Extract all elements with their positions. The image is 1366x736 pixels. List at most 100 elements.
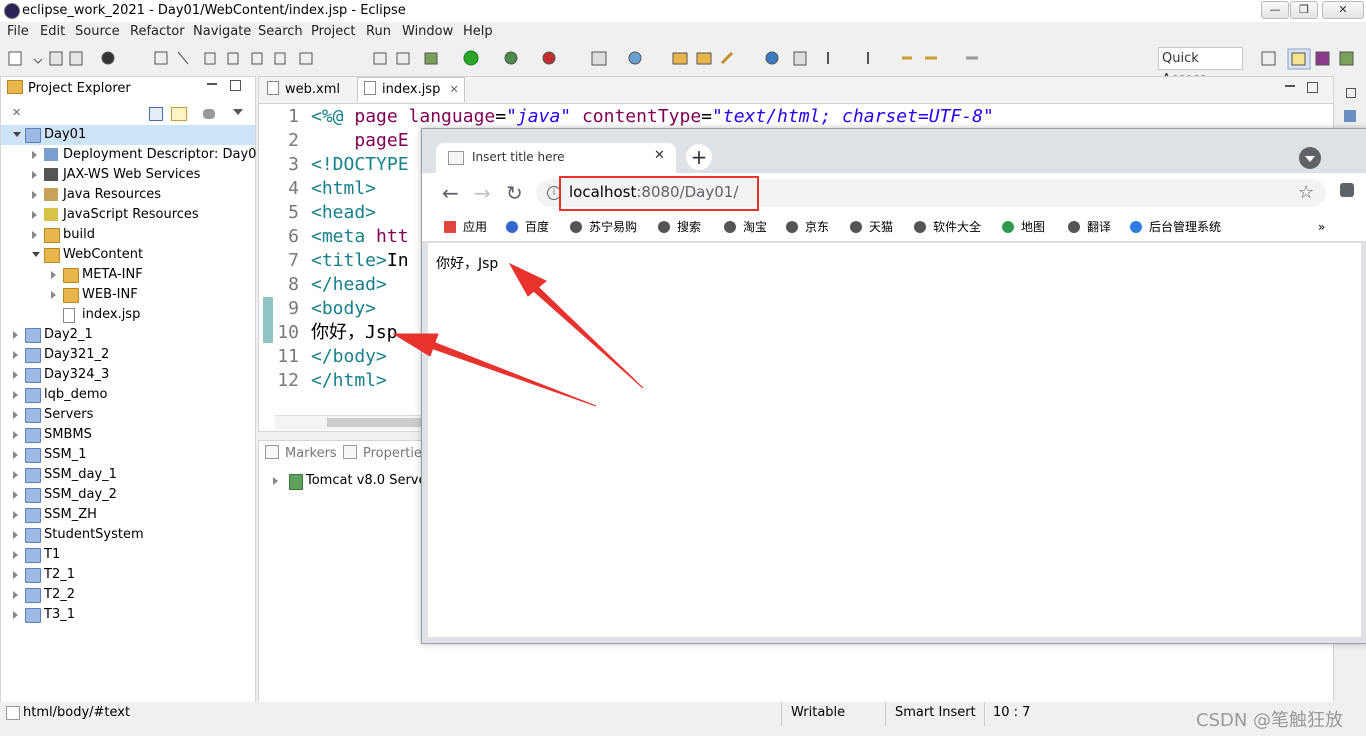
restore-icon[interactable] [1346, 88, 1356, 98]
code-line[interactable]: 2 pageE [259, 129, 408, 153]
menu-file[interactable]: File [7, 24, 29, 39]
menu-help[interactable]: Help [463, 24, 493, 39]
tree-item[interactable]: Java Resources [1, 185, 255, 205]
tree-item[interactable]: T3_1 [1, 605, 255, 625]
tree-item[interactable]: Servers [1, 405, 255, 425]
bookmark-item[interactable]: 应用 [444, 217, 487, 237]
outline-icon[interactable] [1344, 110, 1356, 122]
close-tab-icon[interactable]: ✕ [654, 148, 665, 163]
bookmark-star-icon[interactable]: ☆ [1298, 182, 1314, 203]
expand-icon[interactable] [273, 477, 278, 485]
expand-icon[interactable] [13, 371, 18, 379]
menu-navigate[interactable]: Navigate [193, 24, 251, 39]
close-icon[interactable]: ✕ [449, 83, 458, 96]
tree-item[interactable]: Deployment Descriptor: Day01 [1, 145, 265, 165]
maximize-view-icon[interactable] [230, 80, 241, 91]
close-button[interactable]: ✕ [1322, 1, 1364, 19]
tree-item[interactable]: T1 [1, 545, 255, 565]
code-line[interactable]: 3 <!DOCTYPE [259, 153, 408, 177]
code-line[interactable]: 7 <title>In [259, 249, 408, 273]
tree-item[interactable]: StudentSystem [1, 525, 255, 545]
expand-icon[interactable] [13, 471, 18, 479]
tab-index-jsp[interactable]: index.jsp ✕ [357, 77, 465, 102]
expand-icon[interactable] [13, 551, 18, 559]
minimize-view-icon[interactable] [207, 83, 217, 85]
bookmark-item[interactable]: 翻译 [1068, 217, 1111, 237]
collapse-icon[interactable] [32, 252, 40, 257]
project-explorer-tab[interactable]: Project Explorer ✕ [7, 77, 147, 119]
bookmark-item[interactable]: 地图 [1002, 217, 1045, 237]
tree-item[interactable]: JAX-WS Web Services [1, 165, 255, 185]
menu-edit[interactable]: Edit [40, 24, 65, 39]
expand-icon[interactable] [32, 171, 37, 179]
expand-icon[interactable] [32, 231, 37, 239]
tree-item[interactable]: Day01 [1, 125, 255, 145]
tree-item[interactable]: index.jsp [1, 305, 255, 325]
minimize-button[interactable]: — [1261, 1, 1289, 19]
bookmark-item[interactable]: 百度 [506, 217, 549, 237]
maximize-editor-icon[interactable] [1307, 82, 1318, 93]
tab-web-xml[interactable]: web.xml [267, 78, 355, 102]
tree-item[interactable]: WEB-INF [1, 285, 255, 305]
menu-search[interactable]: Search [258, 24, 303, 39]
expand-icon[interactable] [32, 151, 37, 159]
bookmark-item[interactable]: 淘宝 [724, 217, 767, 237]
tree-item[interactable]: META-INF [1, 265, 255, 285]
code-line[interactable]: 9 <body> [259, 297, 376, 321]
tree-item[interactable]: SMBMS [1, 425, 255, 445]
code-line[interactable]: 5 <head> [259, 201, 376, 225]
tree-item[interactable]: build [1, 225, 255, 245]
bookmark-item[interactable]: 京东 [786, 217, 829, 237]
extensions-icon[interactable] [1340, 183, 1354, 197]
bookmark-item[interactable]: 苏宁易购 [570, 217, 637, 237]
code-line[interactable]: 6 <meta htt [259, 225, 408, 249]
tree-item[interactable]: lqb_demo [1, 385, 255, 405]
expand-icon[interactable] [51, 271, 56, 279]
tree-item[interactable]: Day321_2 [1, 345, 255, 365]
filter-icon[interactable] [203, 109, 215, 119]
browser-tab[interactable]: Insert title here ✕ [436, 143, 676, 173]
forward-icon[interactable]: → [474, 181, 491, 205]
view-menu-icon[interactable] [233, 109, 243, 115]
expand-icon[interactable] [13, 331, 18, 339]
tree-item[interactable]: SSM_ZH [1, 505, 255, 525]
expand-icon[interactable] [13, 431, 18, 439]
menu-refactor[interactable]: Refactor [130, 24, 185, 39]
code-line[interactable]: 4 <html> [259, 177, 376, 201]
tab-properties[interactable]: Properties [343, 442, 429, 466]
tree-item[interactable]: T2_1 [1, 565, 255, 585]
expand-icon[interactable] [13, 391, 18, 399]
bookmark-item[interactable]: 后台管理系统 [1130, 217, 1221, 237]
reload-icon[interactable]: ↻ [506, 181, 523, 205]
new-tab-icon[interactable]: + [686, 144, 712, 170]
tab-search-icon[interactable] [1299, 147, 1321, 169]
expand-icon[interactable] [13, 491, 18, 499]
collapse-icon[interactable] [13, 132, 21, 137]
expand-icon[interactable] [13, 611, 18, 619]
tree-item[interactable]: JavaScript Resources [1, 205, 255, 225]
close-icon[interactable]: ✕ [12, 106, 21, 119]
expand-icon[interactable] [32, 211, 37, 219]
link-editor-icon[interactable] [171, 107, 187, 121]
expand-icon[interactable] [13, 411, 18, 419]
menu-window[interactable]: Window [402, 24, 453, 39]
code-line[interactable]: 10 你好，Jsp [259, 321, 397, 345]
tab-markers[interactable]: Markers [265, 442, 337, 466]
tree-item[interactable]: SSM_day_2 [1, 485, 255, 505]
expand-icon[interactable] [13, 571, 18, 579]
collapse-all-icon[interactable] [149, 107, 163, 121]
bookmark-item[interactable]: 软件大全 [914, 217, 981, 237]
expand-icon[interactable] [13, 591, 18, 599]
tree-item[interactable]: SSM_1 [1, 445, 255, 465]
tree-item[interactable]: Day324_3 [1, 365, 255, 385]
expand-icon[interactable] [13, 451, 18, 459]
minimize-editor-icon[interactable] [1285, 85, 1295, 87]
menu-run[interactable]: Run [366, 24, 391, 39]
code-line[interactable]: 12 </html> [259, 369, 387, 393]
expand-icon[interactable] [13, 351, 18, 359]
tree-item[interactable]: T2_2 [1, 585, 255, 605]
maximize-button[interactable]: ❐ [1290, 1, 1318, 19]
expand-icon[interactable] [13, 511, 18, 519]
tree-item[interactable]: Day2_1 [1, 325, 255, 345]
tree-item[interactable]: WebContent [1, 245, 255, 265]
